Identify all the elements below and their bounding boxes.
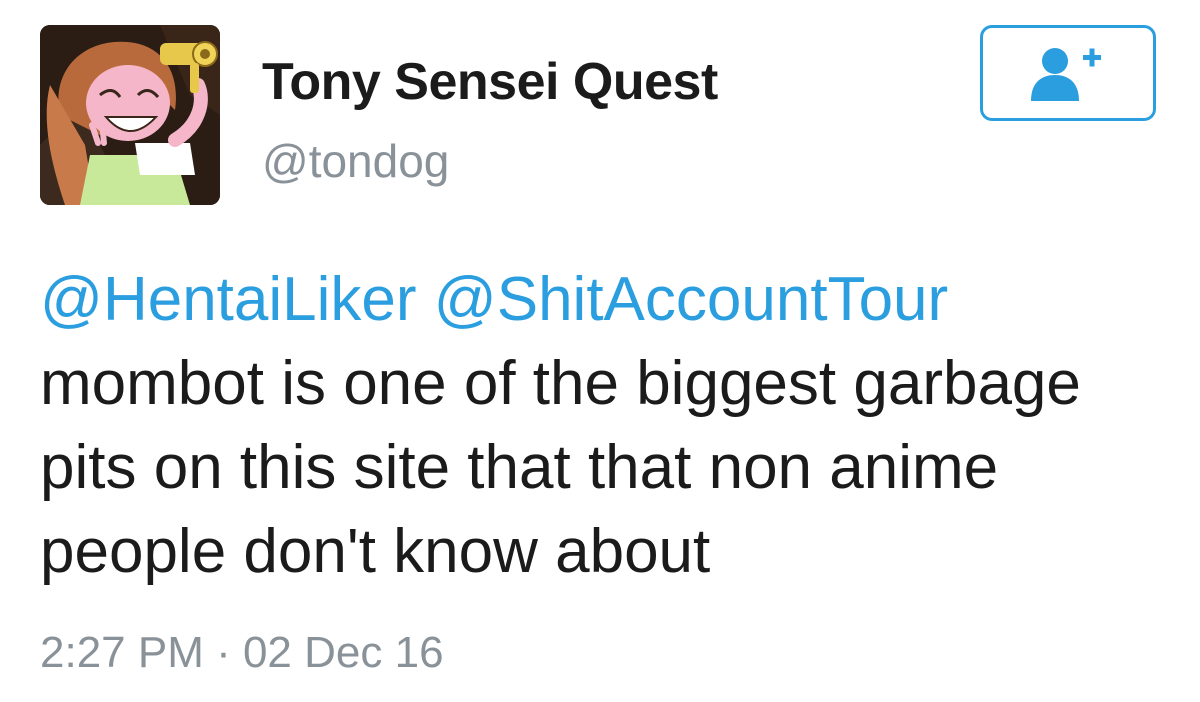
follow-button[interactable] xyxy=(980,25,1156,121)
display-name[interactable]: Tony Sensei Quest xyxy=(262,52,718,112)
mention-line: @HentaiLiker @ShitAccountTour xyxy=(40,258,1180,342)
tweet-body: @HentaiLiker @ShitAccountTour mombot is … xyxy=(40,258,1180,594)
follow-user-plus-icon xyxy=(1031,48,1101,101)
avatar[interactable] xyxy=(40,25,220,205)
tweet-timestamp[interactable]: 2:27 PM · 02 Dec 16 xyxy=(40,628,444,678)
mention-link[interactable]: @ShitAccountTour xyxy=(434,265,948,334)
tweet-text-line: mombot is one of the biggest garbage xyxy=(40,349,1081,418)
mention-link[interactable]: @HentaiLiker xyxy=(40,265,417,334)
tweet-text-line: people don't know about xyxy=(40,517,711,586)
tweet-text-line: pits on this site that that non anime xyxy=(40,433,999,502)
anime-character-avatar-icon xyxy=(40,25,220,205)
user-handle[interactable]: @tondog xyxy=(262,134,449,188)
